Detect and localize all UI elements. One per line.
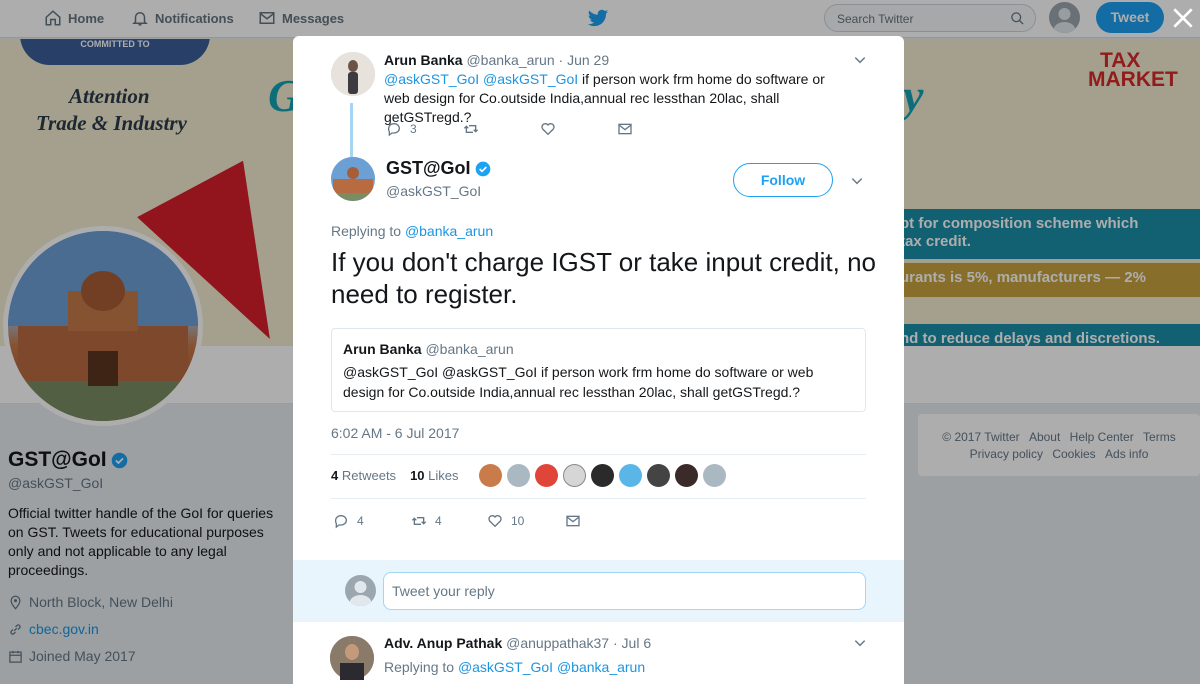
replying-to-link[interactable]: @banka_arun (405, 223, 493, 239)
divider (331, 498, 866, 499)
dm-action[interactable] (565, 513, 581, 529)
parent-retweet-action[interactable] (463, 121, 540, 137)
main-tweet-handle[interactable]: @askGST_GoI (386, 183, 481, 199)
main-tweet-text: If you don't charge IGST or take input c… (331, 247, 877, 309)
composer-avatar (345, 575, 376, 606)
reply-replying-prefix: Replying to (384, 659, 455, 675)
parent-tweet-text: @askGST_GoI @askGST_GoI if person work f… (384, 70, 854, 127)
main-tweet-replying-to: Replying to @banka_arun (331, 223, 493, 239)
main-tweet-actions: 4 4 10 (333, 513, 581, 529)
parent-dm-action[interactable] (617, 121, 633, 137)
retweets-stat[interactable]: 4 Retweets (331, 468, 396, 483)
heart-icon (488, 515, 502, 528)
main-tweet-avatar[interactable] (331, 157, 375, 201)
reply-replying-to-links[interactable]: @askGST_GoI @banka_arun (458, 659, 645, 675)
liker-avatar[interactable] (591, 464, 614, 487)
liker-avatar[interactable] (619, 464, 642, 487)
main-tweet-timestamp[interactable]: 6:02 AM - 6 Jul 2017 (331, 425, 459, 441)
tweet-modal: Arun Banka @banka_arun · Jun 29 @askGST_… (293, 36, 904, 684)
person-photo (330, 636, 374, 680)
main-tweet-name[interactable]: GST@GoI (386, 158, 491, 179)
main-tweet-chevron-down-icon[interactable] (850, 174, 864, 188)
likers-avatars (479, 464, 726, 487)
reply-tweet-chevron-down-icon[interactable] (853, 636, 867, 650)
reply-input[interactable]: Tweet your reply (383, 572, 866, 610)
liker-avatar[interactable] (563, 464, 586, 487)
retweet-count: 4 (435, 514, 442, 528)
heart-icon (541, 123, 555, 136)
reply-action[interactable]: 4 (333, 513, 411, 529)
reply-icon (387, 123, 400, 137)
tweet-stats: 4 Retweets 10 Likes (331, 468, 459, 483)
parent-tweet-name[interactable]: Arun Banka (384, 52, 463, 68)
parent-tweet-mentions[interactable]: @askGST_GoI @askGST_GoI (384, 71, 578, 87)
reply-author-handle[interactable]: @anuppathak37 (506, 635, 609, 651)
parent-like-action[interactable] (540, 121, 617, 137)
quoted-tweet-text: @askGST_GoI @askGST_GoI if person work f… (343, 364, 814, 400)
reply-tweet-header: Adv. Anup Pathak @anuppathak37 · Jul 6 (384, 635, 651, 651)
retweet-icon (411, 517, 427, 525)
retweet-icon (463, 125, 479, 133)
reply-count: 4 (357, 514, 364, 528)
likes-stat[interactable]: 10 Likes (410, 468, 458, 483)
verified-badge-icon (475, 161, 490, 176)
building-image (331, 157, 375, 201)
person-photo (331, 52, 375, 96)
liker-avatar[interactable] (675, 464, 698, 487)
parent-tweet-chevron-down-icon[interactable] (853, 53, 867, 67)
liker-avatar[interactable] (507, 464, 530, 487)
quoted-tweet[interactable]: Arun Banka @banka_arun @askGST_GoI @askG… (331, 328, 866, 412)
reply-author-avatar[interactable] (330, 636, 374, 680)
thread-line (350, 103, 353, 157)
default-avatar-icon (349, 581, 372, 606)
parent-tweet-handle[interactable]: @banka_arun (466, 52, 554, 68)
follow-button[interactable]: Follow (733, 163, 833, 197)
main-tweet-name-text: GST@GoI (386, 158, 471, 178)
like-action[interactable]: 10 (487, 513, 565, 529)
liker-avatar[interactable] (703, 464, 726, 487)
replying-prefix: Replying to (331, 223, 402, 239)
divider (331, 454, 866, 455)
reply-date[interactable]: · Jul 6 (613, 635, 651, 651)
parent-tweet-header: Arun Banka @banka_arun · Jun 29 (384, 52, 609, 68)
parent-tweet-avatar[interactable] (331, 52, 375, 96)
liker-avatar[interactable] (647, 464, 670, 487)
retweet-action[interactable]: 4 (411, 513, 487, 529)
reply-replying-to: Replying to @askGST_GoI @banka_arun (384, 658, 645, 677)
reply-composer: Tweet your reply (293, 560, 904, 622)
quoted-tweet-handle: @banka_arun (425, 341, 514, 357)
parent-reply-action[interactable]: 3 (386, 121, 463, 137)
parent-tweet-actions: 3 (386, 121, 633, 137)
likes-label: Likes (428, 468, 459, 483)
envelope-icon (618, 123, 632, 135)
retweets-label: Retweets (341, 468, 397, 483)
likes-count: 10 (410, 468, 425, 483)
envelope-icon (566, 515, 580, 527)
liker-avatar[interactable] (535, 464, 558, 487)
close-icon[interactable] (1170, 5, 1196, 31)
liker-avatar[interactable] (479, 464, 502, 487)
parent-tweet-date[interactable]: · Jun 29 (559, 52, 610, 68)
like-count: 10 (511, 514, 525, 528)
quoted-tweet-name: Arun Banka (343, 341, 422, 357)
quoted-tweet-header: Arun Banka @banka_arun (343, 341, 514, 357)
reply-icon (334, 515, 347, 529)
reply-author-name[interactable]: Adv. Anup Pathak (384, 635, 502, 651)
parent-reply-count: 3 (410, 122, 417, 136)
retweets-count: 4 (331, 468, 339, 483)
